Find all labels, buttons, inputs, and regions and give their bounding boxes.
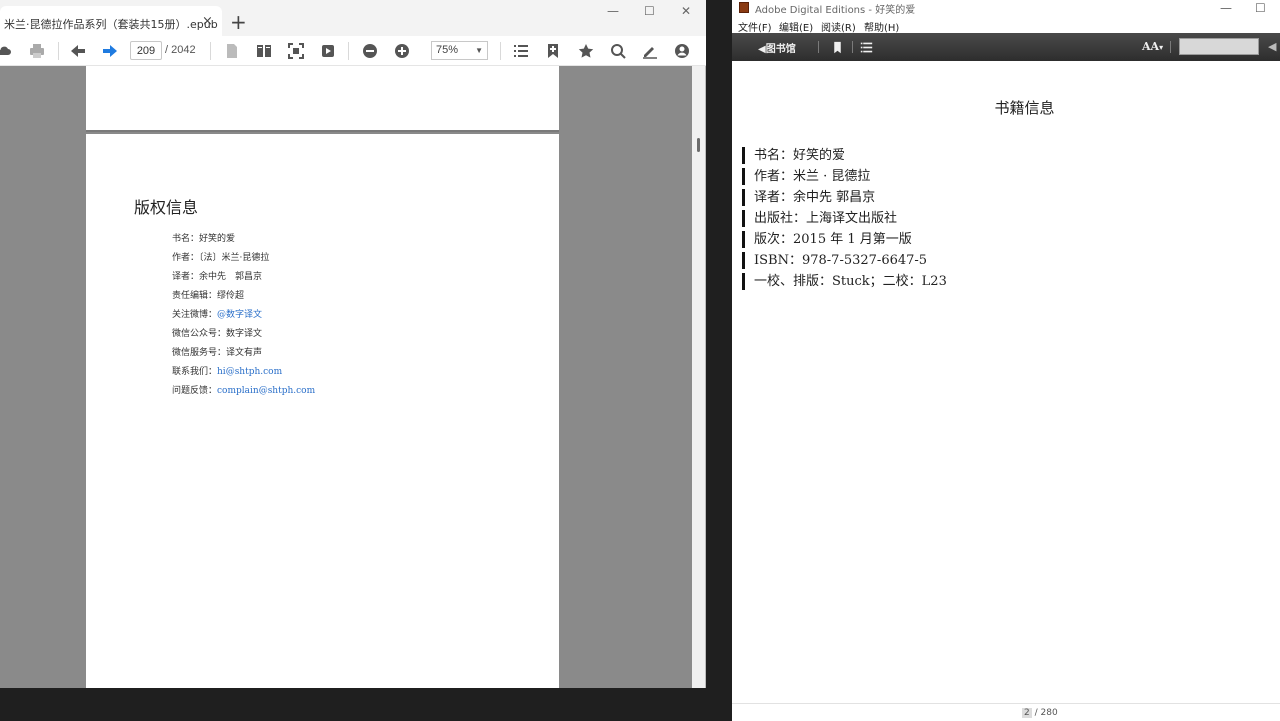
close-tab-button[interactable]: ×	[202, 14, 213, 29]
bookmark-icon[interactable]	[829, 39, 845, 55]
copyright-line-label: 作者：	[172, 253, 200, 263]
copyright-line-link[interactable]: @数字译文	[217, 310, 262, 320]
title-bar: Adobe Digital Editions - 好笑的爱 — ☐	[732, 0, 1280, 16]
fit-screen-icon[interactable]	[286, 41, 306, 61]
slideshow-icon[interactable]	[318, 41, 338, 61]
maximize-button[interactable]: ☐	[644, 4, 655, 18]
search-icon[interactable]	[608, 41, 628, 61]
copyright-line: 关注微博：@数字译文	[172, 307, 262, 320]
copyright-line-value: 〔法〕米兰·昆德拉	[199, 253, 270, 263]
copyright-line-label: 微信公众号：	[172, 329, 227, 339]
copyright-line: 作者：〔法〕米兰·昆德拉	[172, 250, 269, 263]
vertical-scrollbar[interactable]	[692, 66, 705, 688]
section-title: 书籍信息	[994, 99, 1055, 117]
minimize-button[interactable]: —	[607, 4, 619, 18]
copyright-line-label: 问题反馈：	[172, 386, 218, 396]
page-total-label: / 2042	[165, 44, 196, 56]
book-info-line: 书名：好笑的爱	[742, 147, 845, 164]
copyright-line-value: 数字译文	[226, 329, 263, 339]
copyright-line-link[interactable]: hi@shtph.com	[217, 367, 282, 377]
new-tab-button[interactable]: +	[230, 12, 247, 32]
page-indicator: 2 / 280	[1022, 708, 1058, 718]
library-button[interactable]: ◀图书馆	[758, 40, 796, 55]
annotate-icon[interactable]	[640, 41, 660, 61]
two-page-icon[interactable]	[254, 41, 274, 61]
forward-arrow-icon[interactable]	[100, 41, 120, 61]
menu-read[interactable]: 阅读(R)	[821, 19, 856, 34]
zoom-select[interactable]: 75% ▼	[431, 41, 488, 60]
reader-toolbar	[0, 36, 706, 66]
copyright-line: 联系我们：hi@shtph.com	[172, 364, 282, 377]
cloud-icon[interactable]	[0, 41, 14, 61]
zoom-in-icon[interactable]	[392, 41, 412, 61]
zoom-out-icon[interactable]	[360, 41, 380, 61]
book-info-line: 作者：米兰 · 昆德拉	[742, 168, 870, 185]
copyright-line-value: 译文有声	[226, 348, 263, 358]
menu-help[interactable]: 帮助(H)	[864, 19, 899, 34]
zoom-value: 75%	[436, 44, 459, 56]
book-info-line: 译者：余中先 郭昌京	[742, 189, 875, 206]
chevron-down-icon: ▼	[475, 46, 483, 55]
tab-bar: 米兰·昆德拉作品系列（套装共15册）.epub × + — ☐ ✕	[0, 0, 706, 36]
copyright-line-label: 译者：	[172, 272, 200, 282]
copyright-line-label: 微信服务号：	[172, 348, 227, 358]
copyright-line-value: 缪伶超	[217, 291, 245, 301]
back-arrow-icon[interactable]: ◀	[1268, 40, 1276, 53]
window-title: Adobe Digital Editions - 好笑的爱	[755, 5, 916, 16]
copyright-line: 书名：好笑的爱	[172, 231, 235, 244]
search-input[interactable]	[1179, 38, 1259, 55]
total-pages: / 280	[1034, 708, 1058, 718]
book-info-line: 一校、排版：Stuck；二校：L23	[742, 273, 947, 290]
book-content: 书籍信息 书名：好笑的爱作者：米兰 · 昆德拉 译者：余中先 郭昌京出版社：上海译…	[732, 61, 1280, 703]
page-number-input[interactable]	[130, 41, 162, 60]
current-page-number: 2	[1022, 708, 1032, 718]
reader-toolbar: ◀图书馆 AA▾ ◀	[732, 33, 1280, 61]
minimize-button[interactable]: —	[1220, 1, 1232, 15]
menu-edit[interactable]: 编辑(E)	[779, 19, 813, 34]
font-size-label: AA	[1142, 40, 1160, 53]
print-icon[interactable]	[27, 41, 47, 61]
copyright-line-label: 联系我们：	[172, 367, 218, 377]
previous-page	[86, 66, 559, 132]
copyright-line-label: 书名：	[172, 234, 200, 244]
current-page: 版权信息 书名：好笑的爱 作者：〔法〕米兰·昆德拉 译者：余中先 郭昌京 责任编辑：缪…	[86, 134, 559, 688]
back-arrow-icon[interactable]	[68, 41, 88, 61]
font-size-button[interactable]: AA▾	[1142, 40, 1163, 53]
copyright-line-value: 好笑的爱	[199, 234, 236, 244]
copyright-line: 译者：余中先 郭昌京	[172, 269, 262, 282]
book-info-line: 版次：2015 年 1 月第一版	[742, 231, 912, 248]
add-bookmark-icon[interactable]	[543, 41, 563, 61]
tab-title: 米兰·昆德拉作品系列（套装共15册）.epub	[4, 18, 218, 31]
adobe-digital-editions-window: Adobe Digital Editions - 好笑的爱 — ☐ 文件(F) …	[732, 0, 1280, 721]
document-tab[interactable]: 米兰·昆德拉作品系列（套装共15册）.epub ×	[0, 6, 222, 36]
single-page-icon[interactable]	[222, 41, 242, 61]
document-viewport[interactable]: 版权信息 书名：好笑的爱 作者：〔法〕米兰·昆德拉 译者：余中先 郭昌京 责任编辑：缪…	[0, 66, 692, 688]
toc-icon[interactable]	[511, 41, 531, 61]
copyright-line-link[interactable]: complain@shtph.com	[217, 386, 315, 396]
copyright-line-label: 责任编辑：	[172, 291, 218, 301]
book-info-line: 出版社：上海译文出版社	[742, 210, 897, 227]
app-icon	[739, 2, 749, 13]
scrollbar-thumb[interactable]	[697, 138, 700, 152]
page-title: 版权信息	[134, 198, 199, 217]
status-bar: 2 / 280	[732, 703, 1280, 721]
maximize-button[interactable]: ☐	[1255, 1, 1266, 15]
copyright-line-value: 余中先 郭昌京	[199, 272, 263, 282]
copyright-line: 问题反馈：complain@shtph.com	[172, 383, 315, 396]
copyright-line: 微信服务号：译文有声	[172, 345, 262, 358]
star-icon[interactable]	[576, 41, 596, 61]
account-icon[interactable]	[672, 41, 692, 61]
book-info-line: ISBN：978-7-5327-6647-5	[742, 252, 927, 269]
list-icon[interactable]	[858, 39, 874, 55]
copyright-line: 微信公众号：数字译文	[172, 326, 262, 339]
menu-bar: 文件(F) 编辑(E) 阅读(R) 帮助(H)	[732, 16, 1280, 34]
copyright-line: 责任编辑：缪伶超	[172, 288, 244, 301]
close-window-button[interactable]: ✕	[681, 4, 691, 18]
epub-reader-window: 米兰·昆德拉作品系列（套装共15册）.epub × + — ☐ ✕ 209 / …	[0, 0, 706, 688]
menu-file[interactable]: 文件(F)	[738, 19, 772, 34]
copyright-line-label: 关注微博：	[172, 310, 218, 320]
